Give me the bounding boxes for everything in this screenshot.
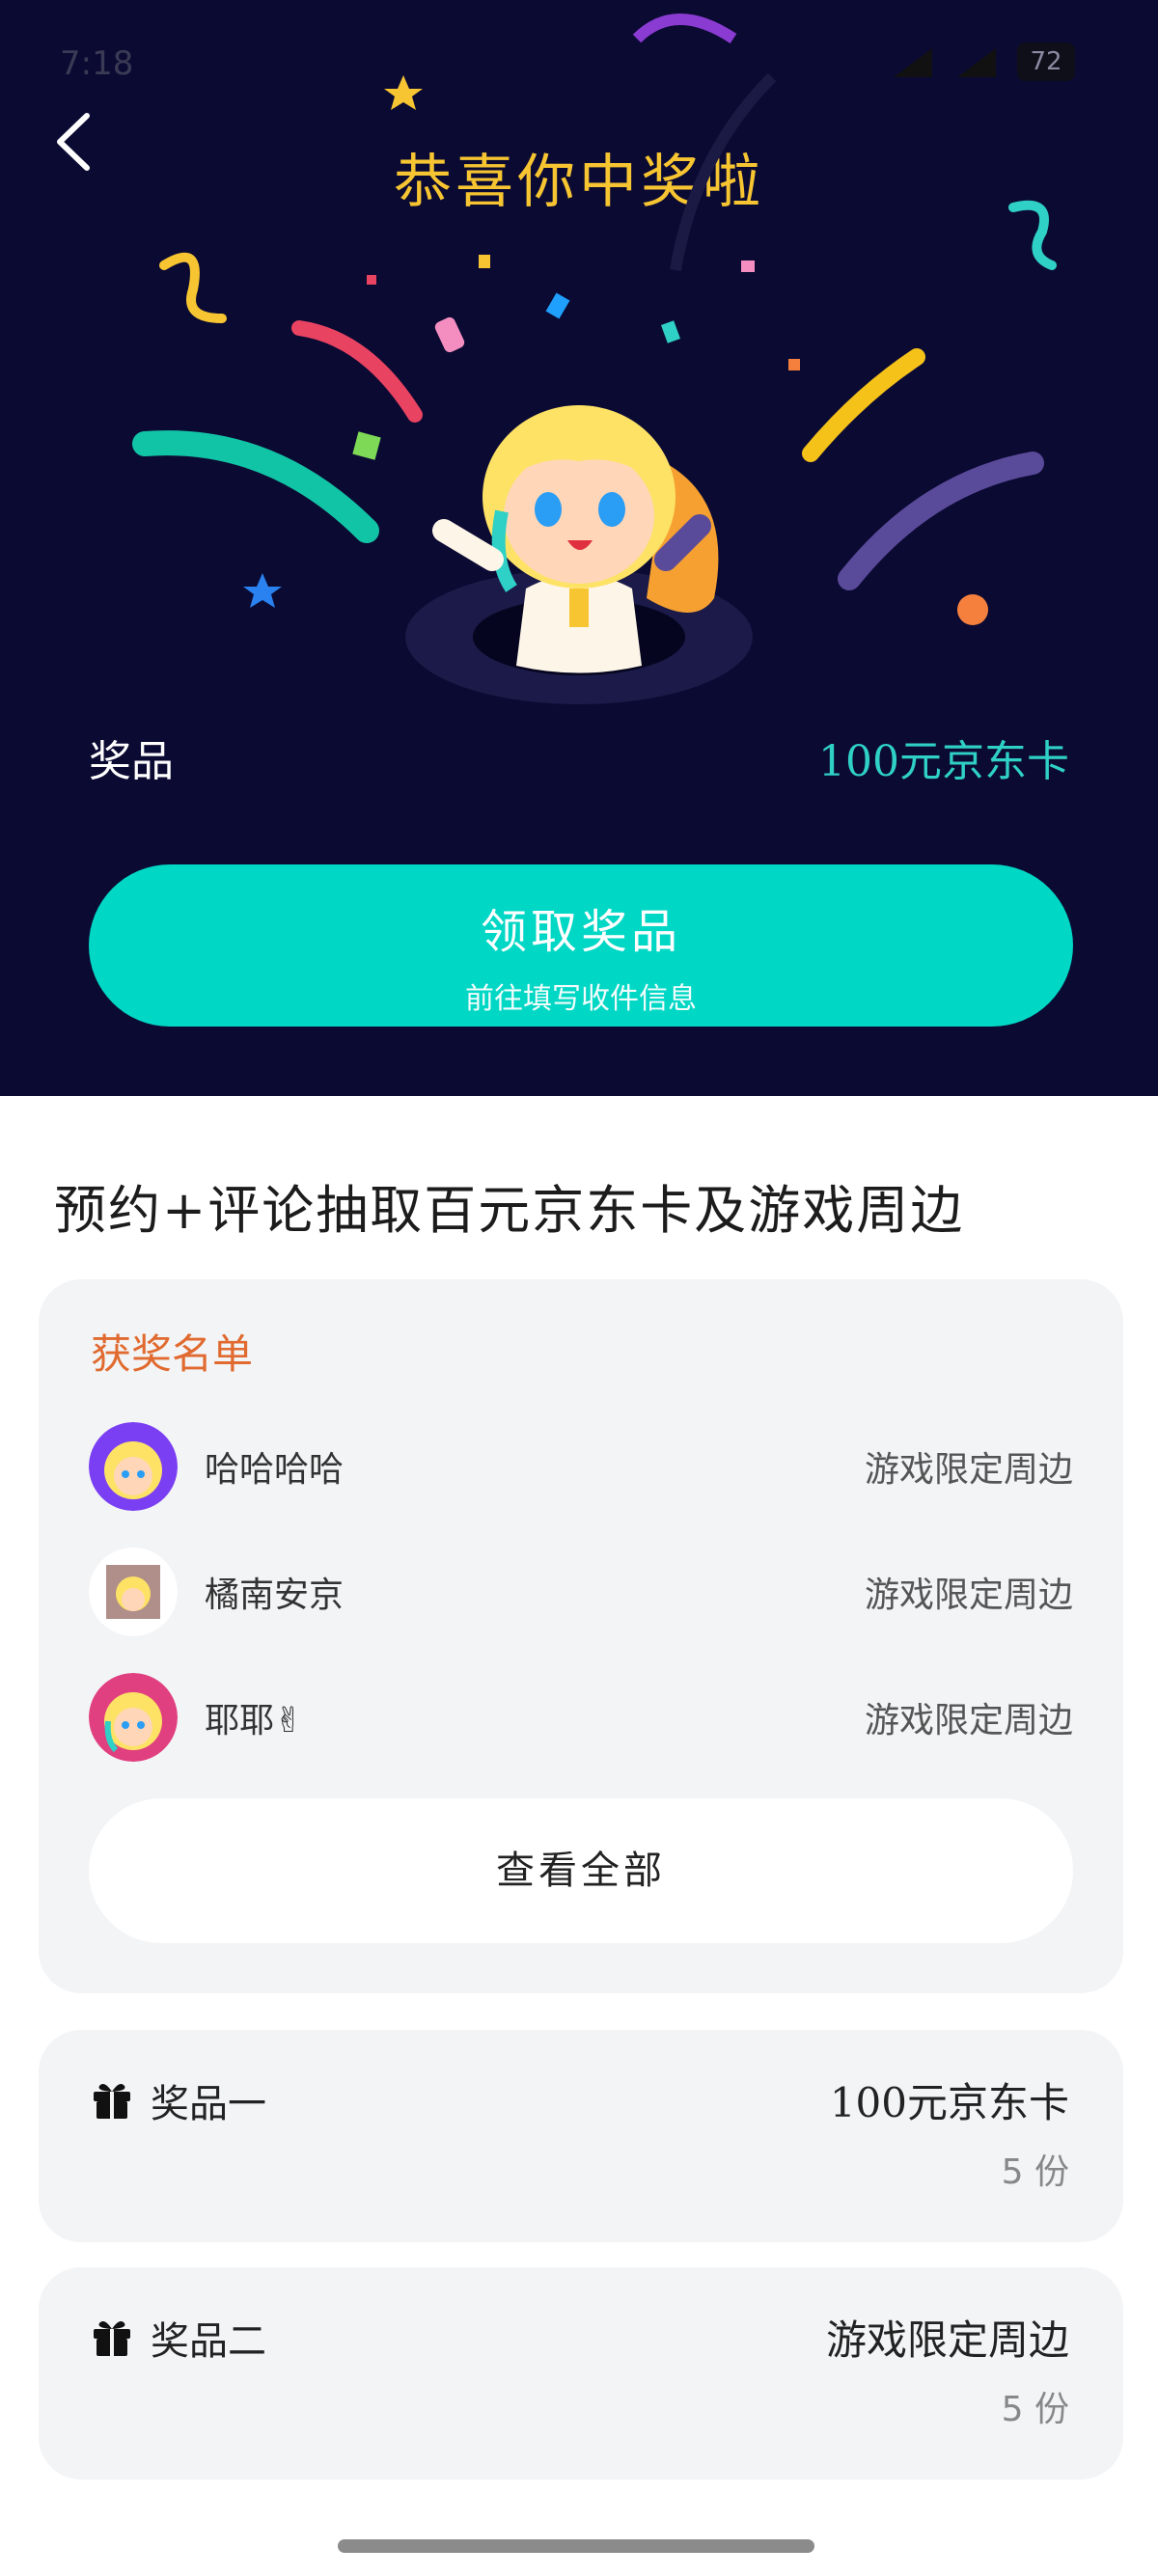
avatar — [89, 1422, 178, 1511]
winner-prize: 游戏限定周边 — [864, 1576, 1073, 1615]
won-prize-value: 100元京东卡 — [818, 737, 1069, 786]
view-all-button[interactable]: 查看全部 — [89, 1798, 1073, 1943]
gift-icon — [94, 2084, 130, 2119]
won-prize-label: 奖品 — [89, 737, 174, 786]
won-prize-row: 奖品 100元京东卡 — [89, 724, 1069, 791]
prize-quantity: 5 份 — [1001, 2152, 1069, 2192]
prize-name: 奖品一 — [151, 2082, 266, 2126]
gift-icon — [94, 2321, 130, 2356]
prize-value: 游戏限定周边 — [825, 2316, 1069, 2364]
avatar — [89, 1548, 178, 1636]
winner-prize: 游戏限定周边 — [864, 1701, 1073, 1740]
winner-prize: 游戏限定周边 — [864, 1450, 1073, 1490]
activity-title: 预约+评论抽取百元京东卡及游戏周边 — [54, 1180, 965, 1241]
winner-name: 耶耶✌ — [205, 1701, 304, 1740]
claim-prize-button[interactable]: 领取奖品 前往填写收件信息 — [89, 864, 1073, 1027]
prize-card-2: 奖品二 游戏限定周边 5 份 — [39, 2267, 1123, 2480]
prize-value: 100元京东卡 — [829, 2079, 1069, 2126]
list-item: 哈哈哈哈 游戏限定周边 — [89, 1422, 1073, 1511]
home-indicator[interactable] — [338, 2539, 814, 2553]
winner-name: 哈哈哈哈 — [205, 1450, 345, 1490]
avatar — [89, 1673, 178, 1762]
winners-heading: 获奖名单 — [91, 1330, 254, 1378]
claim-button-sublabel: 前往填写收件信息 — [465, 982, 697, 1016]
hero-section: 7:18 72 恭喜你中奖啦 奖品 100元京东卡 领取奖品 前往填写收件信息 — [0, 0, 1158, 1096]
prize-name: 奖品二 — [151, 2319, 266, 2364]
winner-name: 橘南安京 — [205, 1576, 345, 1615]
list-item: 橘南安京 游戏限定周边 — [89, 1548, 1073, 1636]
list-item: 耶耶✌ 游戏限定周边 — [89, 1673, 1073, 1762]
prize-quantity: 5 份 — [1001, 2390, 1069, 2429]
claim-button-label: 领取奖品 — [480, 905, 681, 959]
mascot-image — [405, 405, 753, 704]
winners-card: 获奖名单 哈哈哈哈 游戏限定周边 橘南安京 游戏限定周边 耶耶✌ 游戏限定周边 … — [39, 1279, 1123, 1993]
prize-card-1: 奖品一 100元京东卡 5 份 — [39, 2030, 1123, 2242]
